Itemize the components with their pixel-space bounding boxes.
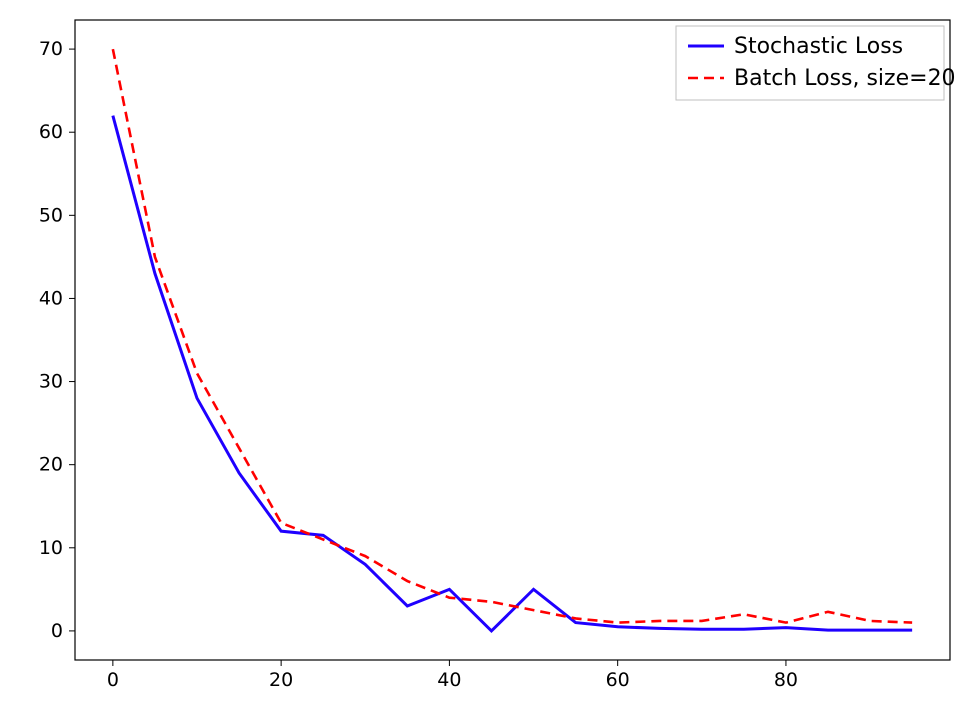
- x-tick-label: 20: [269, 669, 293, 691]
- y-tick-label: 10: [39, 537, 63, 559]
- y-tick-label: 40: [39, 287, 63, 309]
- legend: Stochastic Loss Batch Loss, size=20: [676, 26, 956, 100]
- line-chart: 0 20 40 60 80 0 10 20 30 40 50 60 70 Stochastic Los…: [0, 0, 971, 717]
- y-tick-label: 50: [39, 204, 63, 226]
- x-tick-label: 40: [437, 669, 461, 691]
- x-tick-label: 60: [606, 669, 630, 691]
- y-axis-ticks: 0 10 20 30 40 50 60 70: [39, 38, 75, 642]
- series-batch-loss: [113, 49, 912, 623]
- x-tick-label: 0: [107, 669, 119, 691]
- y-tick-label: 20: [39, 454, 63, 476]
- chart-container: 0 20 40 60 80 0 10 20 30 40 50 60 70 Stochastic Los…: [0, 0, 971, 717]
- y-tick-label: 30: [39, 371, 63, 393]
- x-axis-ticks: 0 20 40 60 80: [107, 660, 798, 691]
- y-tick-label: 70: [39, 38, 63, 60]
- y-tick-label: 0: [51, 620, 63, 642]
- legend-label-stochastic: Stochastic Loss: [734, 34, 903, 59]
- y-tick-label: 60: [39, 121, 63, 143]
- plot-border: [75, 20, 950, 660]
- series-stochastic-loss: [113, 116, 912, 631]
- legend-label-batch: Batch Loss, size=20: [734, 66, 956, 91]
- x-tick-label: 80: [774, 669, 798, 691]
